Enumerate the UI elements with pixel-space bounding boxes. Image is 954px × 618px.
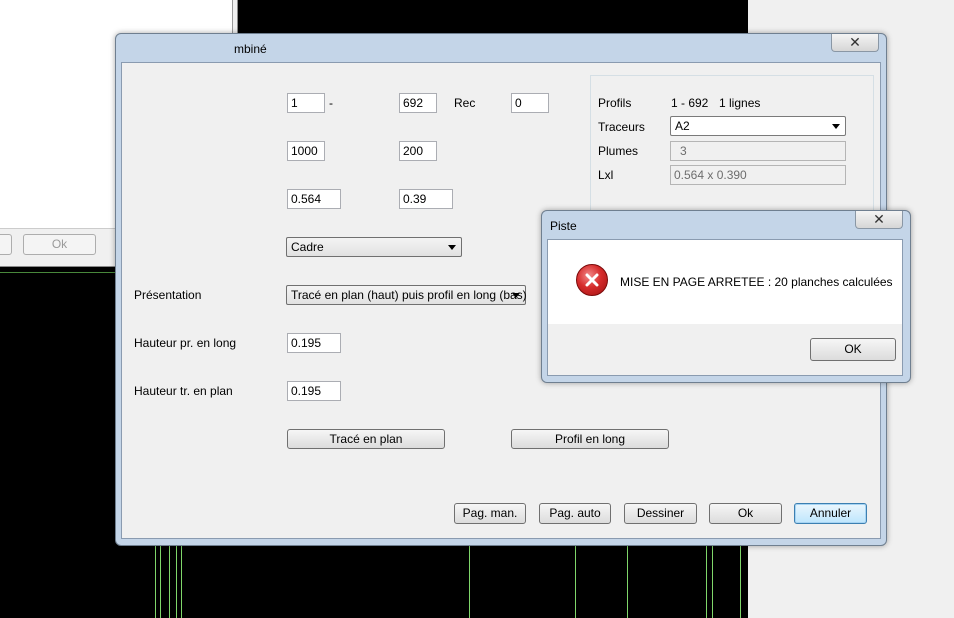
main-dialog-close-button[interactable]: ✕ bbox=[831, 34, 879, 52]
size-a-input[interactable]: 0.564 bbox=[287, 189, 341, 209]
rec-label: Rec bbox=[454, 96, 476, 110]
auto-pagination-button[interactable]: Pag. auto bbox=[539, 503, 611, 524]
cad-line bbox=[169, 540, 170, 618]
scale-a-input[interactable]: 1000 bbox=[287, 141, 325, 161]
height-long-label: Hauteur pr. en long bbox=[134, 336, 237, 350]
pens-field: 3 bbox=[670, 141, 846, 161]
scale-b-input[interactable]: 200 bbox=[399, 141, 437, 161]
message-box-client: MISE EN PAGE ARRETEE : 20 planches calcu… bbox=[547, 239, 903, 376]
lines-value: 1 lignes bbox=[719, 96, 761, 110]
cad-line bbox=[575, 540, 576, 618]
pens-label: Plumes bbox=[598, 144, 639, 158]
range-from-input[interactable]: 1 bbox=[287, 93, 325, 113]
rec-input[interactable]: 0 bbox=[511, 93, 549, 113]
message-box-body: MISE EN PAGE ARRETEE : 20 planches calcu… bbox=[548, 240, 902, 324]
back-window-ok-button[interactable]: Ok bbox=[23, 234, 96, 255]
plotters-select[interactable]: A2 bbox=[670, 116, 846, 136]
range-to-input[interactable]: 692 bbox=[399, 93, 437, 113]
height-long-input[interactable]: 0.195 bbox=[287, 333, 341, 353]
cad-line bbox=[176, 540, 177, 618]
profiles-label: Profils bbox=[598, 96, 632, 110]
chevron-down-icon bbox=[448, 245, 456, 250]
size-b-input[interactable]: 0.39 bbox=[399, 189, 453, 209]
plotters-label: Traceurs bbox=[598, 120, 645, 134]
presentation-select-value: Tracé en plan (haut) puis profil en long… bbox=[291, 288, 527, 302]
presentation-select[interactable]: Tracé en plan (haut) puis profil en long… bbox=[286, 285, 527, 305]
presentation-label: Présentation bbox=[134, 288, 202, 302]
range-separator: - bbox=[329, 96, 333, 110]
main-dialog-title: mbiné bbox=[234, 42, 267, 56]
lxl-label: Lxl bbox=[598, 168, 614, 182]
height-plan-input[interactable]: 0.195 bbox=[287, 381, 341, 401]
close-icon: ✕ bbox=[873, 211, 885, 227]
cad-line bbox=[160, 540, 161, 618]
chevron-down-icon bbox=[512, 293, 520, 298]
ok-button[interactable]: Ok bbox=[709, 503, 782, 524]
message-box-close-button[interactable]: ✕ bbox=[855, 211, 903, 229]
cad-line bbox=[181, 540, 182, 618]
draw-button[interactable]: Dessiner bbox=[624, 503, 697, 524]
close-icon: ✕ bbox=[849, 34, 861, 50]
profile-button[interactable]: Profil en long bbox=[511, 429, 669, 449]
cad-line bbox=[155, 540, 156, 618]
plan-button[interactable]: Tracé en plan bbox=[287, 429, 445, 449]
lxl-field: 0.564 x 0.390 bbox=[670, 165, 846, 185]
message-box: Piste ✕ MISE EN PAGE ARRETEE : 20 planch… bbox=[541, 210, 911, 383]
profiles-value: 1 - 692 bbox=[671, 96, 709, 110]
main-dialog-title-bar[interactable]: mbiné ✕ bbox=[116, 34, 886, 62]
cad-line bbox=[740, 540, 741, 618]
message-text: MISE EN PAGE ARRETEE : 20 planches calcu… bbox=[620, 275, 893, 289]
cad-line bbox=[712, 540, 713, 618]
cad-line bbox=[0, 272, 120, 273]
manual-pagination-button[interactable]: Pag. man. bbox=[454, 503, 526, 524]
error-icon bbox=[576, 264, 608, 296]
message-ok-button[interactable]: OK bbox=[810, 338, 896, 361]
plotters-select-value: A2 bbox=[675, 119, 690, 133]
back-window-left-button[interactable]: r bbox=[0, 234, 12, 255]
frame-select-value: Cadre bbox=[291, 240, 324, 254]
height-plan-label: Hauteur tr. en plan bbox=[134, 384, 233, 398]
cancel-button[interactable]: Annuler bbox=[794, 503, 867, 524]
message-box-title: Piste bbox=[550, 219, 577, 233]
cad-line bbox=[706, 540, 707, 618]
chevron-down-icon bbox=[832, 124, 840, 129]
cad-line bbox=[469, 540, 470, 618]
cad-line bbox=[627, 540, 628, 618]
frame-select[interactable]: Cadre bbox=[286, 237, 462, 257]
